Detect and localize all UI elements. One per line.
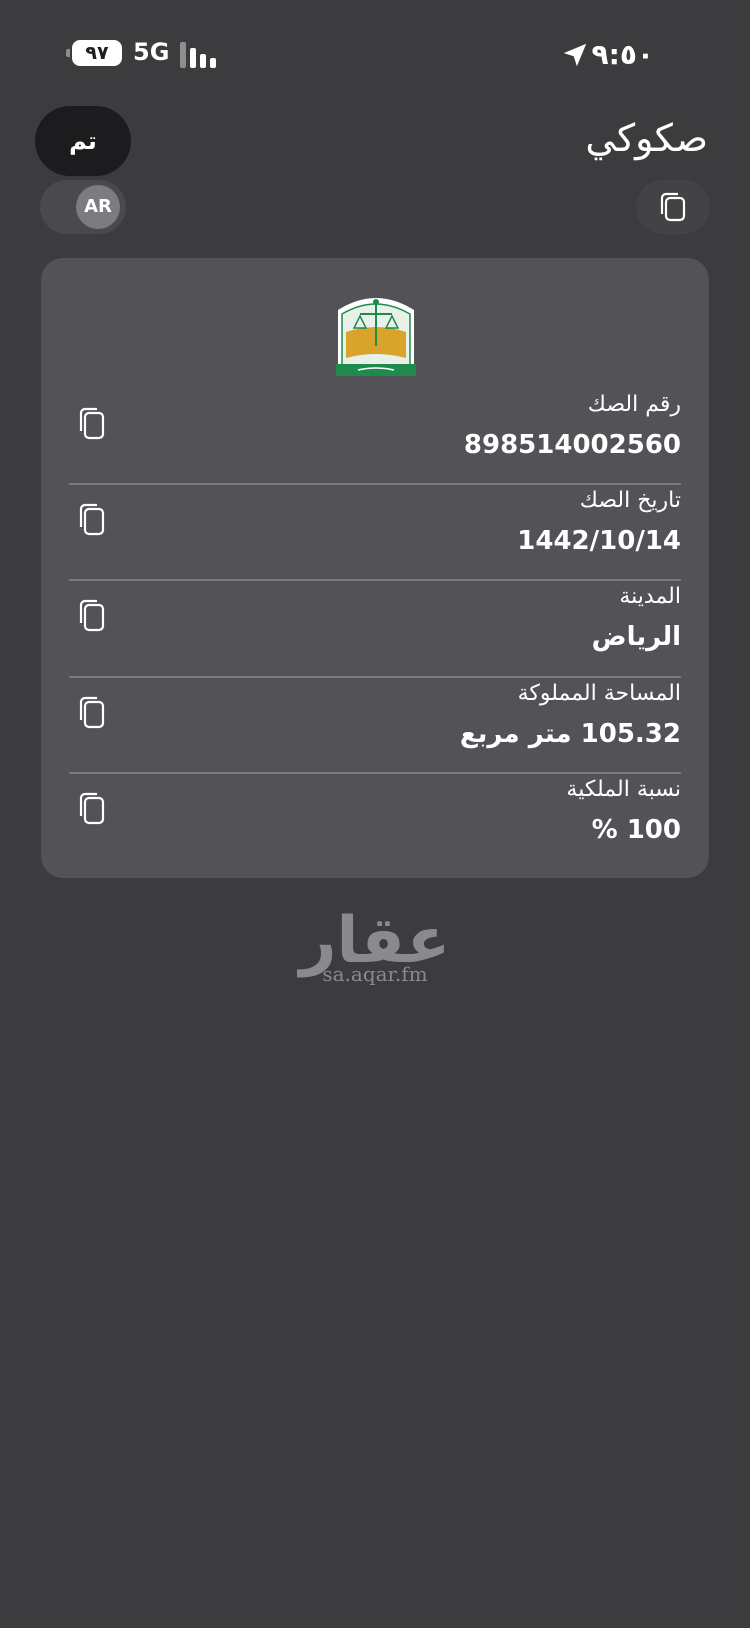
field-value: الرياض — [591, 622, 681, 652]
status-time: ٩:٥٠ — [591, 38, 654, 71]
copy-icon[interactable] — [77, 500, 109, 540]
copy-all-button[interactable] — [636, 180, 710, 234]
ministry-of-justice-emblem — [336, 298, 416, 376]
deed-field-city: المدينة الرياض — [69, 578, 681, 674]
copy-icon[interactable] — [77, 404, 109, 444]
field-label: المساحة المملوكة — [517, 681, 681, 706]
field-value: 898514002560 — [463, 430, 681, 460]
signal-bar — [210, 58, 216, 68]
location-arrow-icon — [563, 43, 587, 67]
field-label: نسبة الملكية — [566, 777, 681, 802]
watermark-url: sa.aqar.fm — [322, 962, 428, 986]
deed-field-date: تاريخ الصك 1442/10/14 — [69, 482, 681, 578]
deed-field-ownership: نسبة الملكية 100 % — [69, 771, 681, 867]
field-value: 100 % — [591, 815, 681, 845]
field-value: 105.32 متر مربع — [459, 719, 681, 749]
copy-icon — [660, 192, 686, 222]
copy-icon[interactable] — [77, 596, 109, 636]
field-value: 1442/10/14 — [517, 526, 681, 556]
page-title: صكوكي — [585, 116, 708, 160]
deed-card: رقم الصك 898514002560 تاريخ الصك 1442/10… — [41, 258, 709, 878]
signal-icon — [180, 42, 220, 68]
copy-icon[interactable] — [77, 789, 109, 829]
signal-bar — [200, 54, 206, 68]
language-toggle-knob: AR — [76, 185, 120, 229]
done-button[interactable]: تم — [35, 106, 131, 176]
signal-bar — [180, 42, 186, 68]
field-label: المدينة — [619, 584, 681, 609]
network-type: 5G — [133, 38, 170, 66]
field-label: تاريخ الصك — [579, 488, 681, 513]
language-toggle[interactable]: AR — [40, 180, 126, 234]
deed-field-number: رقم الصك 898514002560 — [69, 386, 681, 482]
copy-icon[interactable] — [77, 693, 109, 733]
field-label: رقم الصك — [587, 392, 681, 417]
deed-field-area: المساحة المملوكة 105.32 متر مربع — [69, 675, 681, 771]
battery-nub — [66, 49, 70, 57]
signal-bar — [190, 48, 196, 68]
battery-indicator: ٩٧ — [72, 40, 122, 66]
